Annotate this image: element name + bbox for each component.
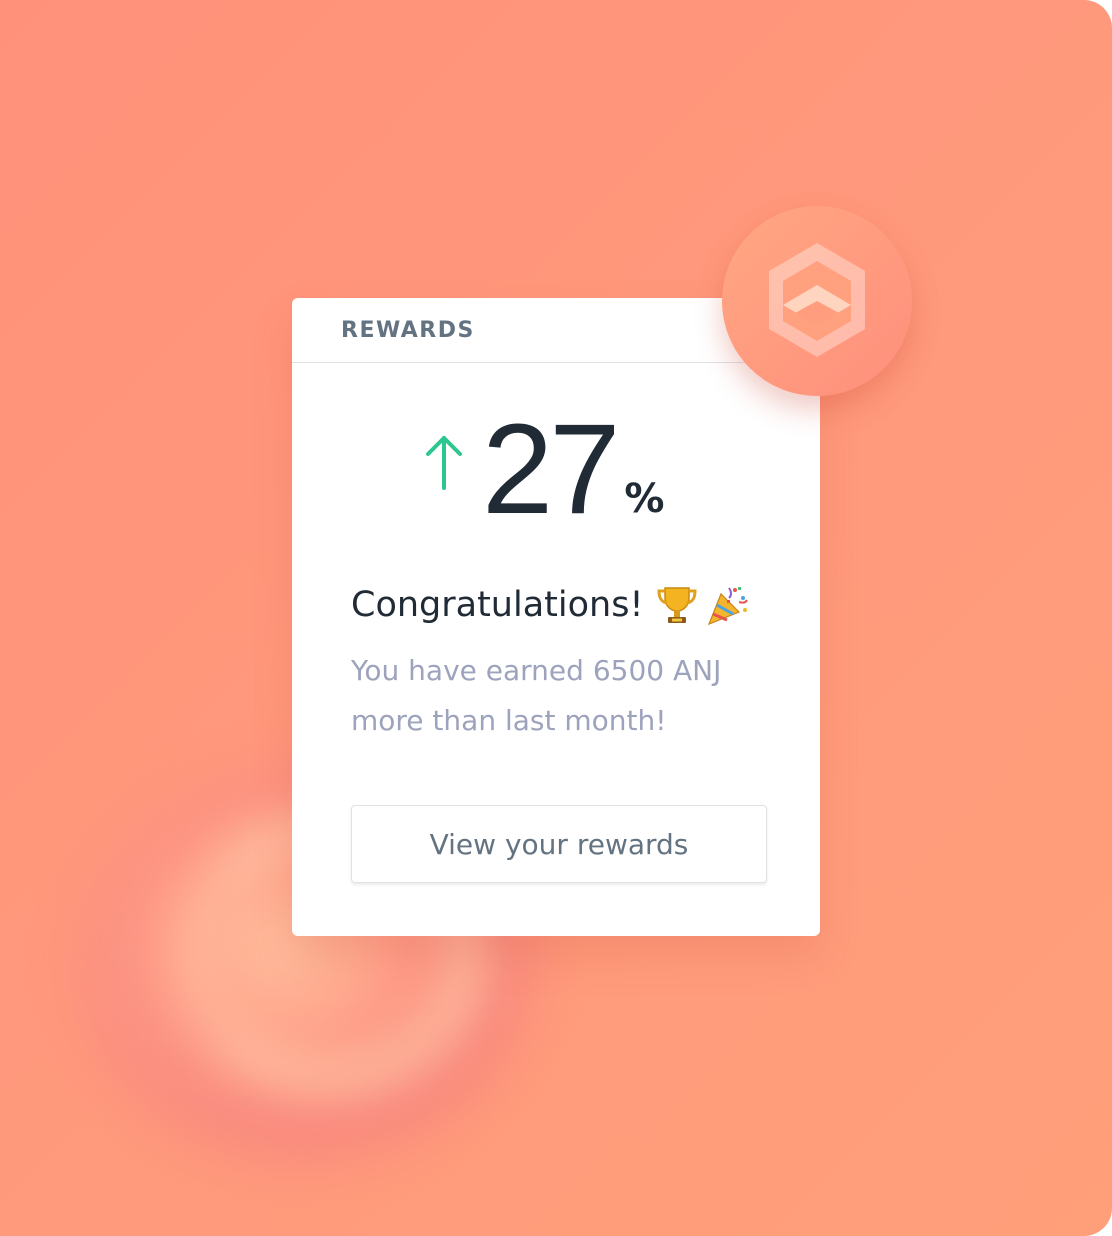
stat-unit: % [624,476,665,522]
logo-badge [722,206,912,396]
party-popper-icon [708,587,749,626]
background: REWARDS 27 % Congratulations! You have e… [0,0,1112,1236]
message-line-2: more than last month! [351,704,667,737]
reward-stat: 27 % [424,398,665,541]
congrats-text: Congratulations! [351,585,644,625]
trophy-icon [657,587,697,623]
view-rewards-button[interactable]: View your rewards [351,805,767,883]
arrow-up-icon [426,436,462,490]
stat-value: 27 [482,398,620,541]
congrats-heading: Congratulations! [351,584,749,626]
rewards-card: REWARDS 27 % Congratulations! You have e… [292,298,820,936]
message-line-1: You have earned 6500 ANJ [351,654,722,687]
reward-message: You have earned 6500 ANJ more than last … [351,646,771,746]
hexagon-logo-icon [769,243,865,357]
card-title: REWARDS [341,317,475,343]
